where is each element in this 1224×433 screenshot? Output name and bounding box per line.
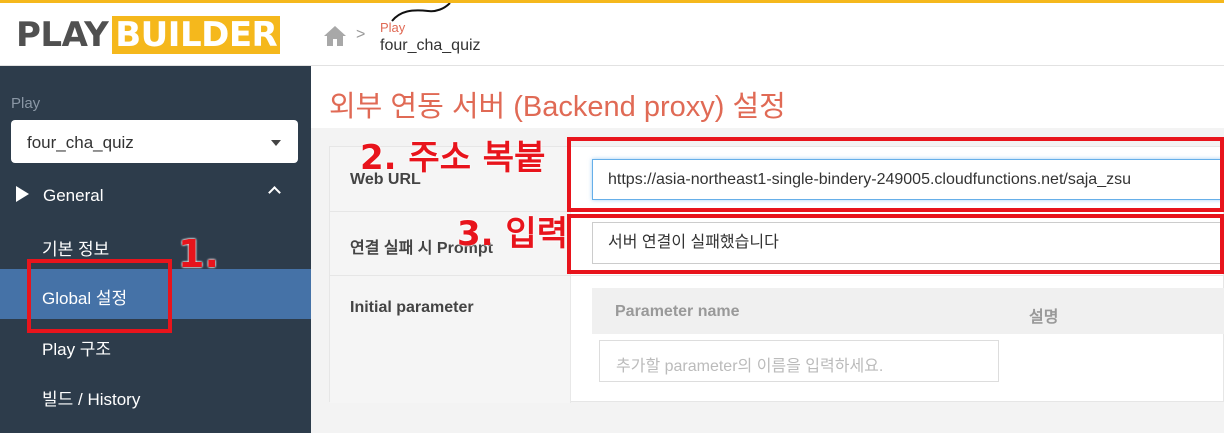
play-triangle-icon — [16, 186, 29, 202]
sidebar-group-general[interactable]: General — [0, 178, 311, 212]
parameter-name-column: Parameter name — [615, 303, 740, 320]
annotation-box-step1 — [27, 259, 172, 333]
home-icon[interactable] — [323, 25, 347, 47]
description-column: 설명 — [1029, 309, 1059, 326]
logo-play-text: PLAY — [16, 15, 109, 55]
parameter-table-header: Parameter name 설명 — [592, 288, 1224, 334]
sidebar-play-label: Play — [11, 95, 41, 112]
annotation-box-step3 — [567, 214, 1224, 274]
logo-builder-text: BUILDER — [112, 16, 281, 54]
scribble-mark — [391, 3, 451, 22]
annotation-step3: 3. 입력 — [457, 214, 568, 254]
parameter-name-input[interactable]: 추가할 parameter의 이름을 입력하세요. — [599, 340, 999, 382]
annotation-box-step2 — [567, 137, 1224, 212]
title-bar: 외부 연동 서버 (Backend proxy) 설정 — [311, 66, 1224, 128]
playbuilder-logo[interactable]: PLAY BUILDER — [16, 15, 281, 55]
page-title: 외부 연동 서버 (Backend proxy) 설정 — [329, 91, 786, 123]
breadcrumb-current: four_cha_quiz — [380, 37, 481, 54]
breadcrumb-separator: > — [356, 26, 366, 43]
sidebar: Play four_cha_quiz General 기본 정보 Global … — [0, 66, 311, 433]
chevron-up-icon — [268, 186, 281, 199]
annotation-step2: 2. 주소 복붙 — [360, 138, 546, 178]
annotation-step1: 1. — [178, 232, 219, 276]
play-select-value: four_cha_quiz — [27, 133, 134, 152]
sidebar-item-label: Play 구조 — [42, 340, 112, 359]
parameter-name-placeholder: 추가할 parameter의 이름을 입력하세요. — [616, 358, 884, 375]
play-select[interactable]: four_cha_quiz — [11, 120, 298, 163]
sidebar-item-label: 빌드 / History — [42, 390, 141, 409]
caret-down-icon — [271, 140, 281, 146]
row-divider — [330, 275, 1224, 276]
sidebar-group-label: General — [43, 186, 104, 205]
sidebar-item-build-history[interactable]: 빌드 / History — [0, 370, 311, 420]
top-bar: PLAY BUILDER > Play four_cha_quiz — [0, 0, 1224, 66]
initial-parameter-label: Initial parameter — [350, 299, 474, 316]
sidebar-item-label: 기본 정보 — [42, 240, 110, 259]
